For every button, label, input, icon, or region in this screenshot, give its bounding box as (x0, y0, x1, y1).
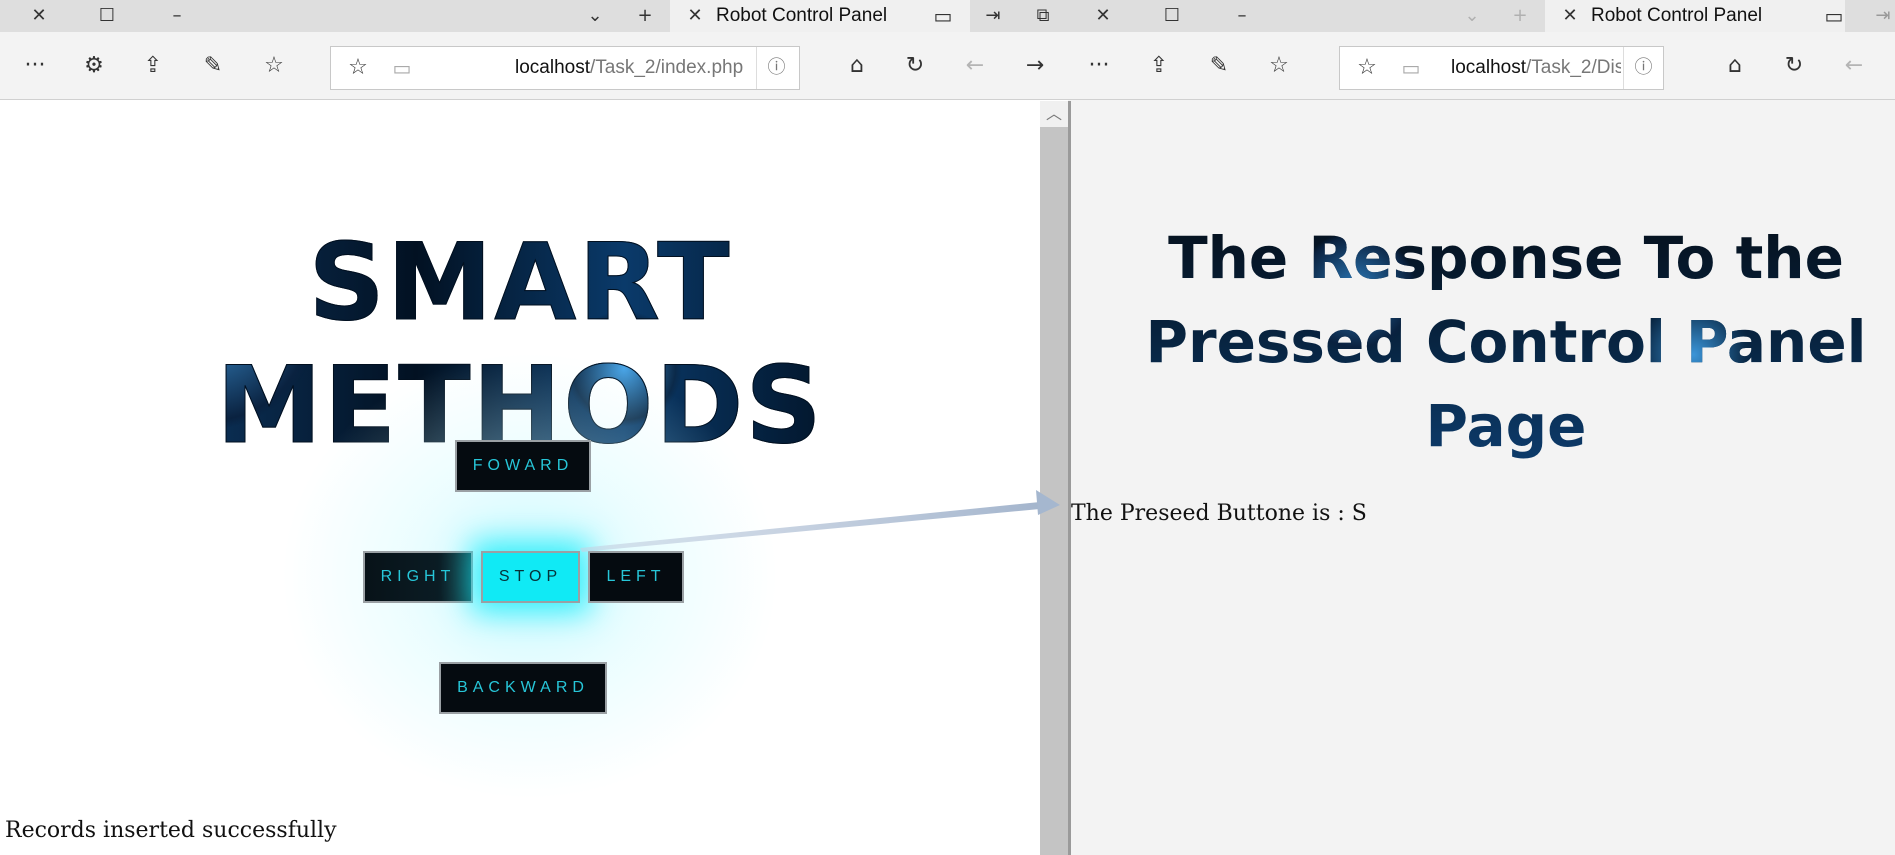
favorite-star-icon[interactable]: ☆ (341, 47, 375, 89)
site-info-icon[interactable]: ⓘ (1623, 47, 1663, 89)
close-window-icon[interactable]: ✕ (1078, 0, 1128, 32)
title-bar: ✕ ☐ – ⌄ + ✕ Robot Control Panel ▭ ⇥ (1068, 0, 1895, 32)
url-text[interactable]: localhost/Task_2/index.php (515, 47, 751, 89)
back-icon[interactable]: ← (951, 32, 999, 100)
response-heading-line-3: Page (1425, 392, 1587, 460)
tab-title: Robot Control Panel (716, 5, 888, 26)
left-button[interactable]: LEFT (588, 551, 684, 603)
more-icon[interactable]: ··· (11, 32, 59, 100)
response-heading: The Response To the Pressed Control Pane… (1131, 216, 1881, 468)
minimize-window-icon[interactable]: – (1217, 0, 1267, 32)
forward-icon[interactable]: → (1011, 32, 1059, 100)
show-tabs-aside-icon[interactable]: ⧉ (1018, 0, 1068, 32)
extensions-icon[interactable]: ⚙ (70, 32, 118, 100)
new-tab-plus-icon[interactable]: + (620, 0, 670, 32)
window-divider (1068, 101, 1071, 855)
address-bar[interactable]: ☆ ▭ localhost/Task_2/index.php ⓘ (330, 46, 800, 90)
right-button[interactable]: RIGHT (363, 551, 473, 603)
tab-list-chevron-icon[interactable]: ⌄ (1447, 0, 1497, 32)
right-browser-window: ✕ ☐ – ⌄ + ✕ Robot Control Panel ▭ ⇥ ··· … (1068, 0, 1895, 855)
home-icon[interactable]: ⌂ (833, 32, 881, 100)
tab-robot-control-panel[interactable]: ✕ Robot Control Panel (1545, 0, 1845, 32)
tab-actions-icon[interactable]: ▭ (918, 0, 968, 32)
share-icon[interactable]: ⇪ (1135, 32, 1183, 100)
back-icon[interactable]: ← (1830, 32, 1878, 100)
tab-list-chevron-icon[interactable]: ⌄ (570, 0, 620, 32)
site-info-icon[interactable]: ⓘ (756, 47, 796, 89)
url-text[interactable]: localhost/Task_2/Dis (1451, 47, 1621, 89)
minimize-window-icon[interactable]: – (152, 0, 202, 32)
left-browser-window: ✕ ☐ – ⌄ + ✕ Robot Control Panel ▭ ⇥ ⧉ ··… (0, 0, 1068, 855)
restore-window-icon[interactable]: ☐ (82, 0, 132, 32)
refresh-icon[interactable]: ↻ (891, 32, 939, 100)
reading-view-icon[interactable]: ▭ (1394, 47, 1428, 89)
more-icon[interactable]: ··· (1075, 32, 1123, 100)
pressed-button-text: The Preseed Buttone is : S (1071, 501, 1367, 526)
navigation-bar: ··· ⚙ ⇪ ✎ ☆ ☆ ▭ localhost/Task_2/index.p… (0, 32, 1068, 100)
favorite-star-icon[interactable]: ☆ (1350, 47, 1384, 89)
control-panel-page: SMART METHODS FOWARD RIGHT STOP LEFT BAC… (0, 101, 1040, 855)
status-message: Records inserted successfully (5, 818, 337, 843)
new-tab-plus-icon[interactable]: + (1495, 0, 1545, 32)
url-host: localhost (515, 57, 590, 78)
favorites-icon[interactable]: ☆ (1255, 32, 1303, 100)
url-path: /Task_2/Dis (1526, 57, 1621, 78)
set-tabs-aside-icon[interactable]: ⇥ (968, 0, 1018, 32)
title-bar: ✕ ☐ – ⌄ + ✕ Robot Control Panel ▭ ⇥ ⧉ (0, 0, 1068, 32)
forward-button[interactable]: FOWARD (455, 440, 591, 492)
restore-window-icon[interactable]: ☐ (1147, 0, 1197, 32)
set-tabs-aside-icon[interactable]: ⇥ (1858, 0, 1895, 32)
close-window-icon[interactable]: ✕ (14, 0, 64, 32)
response-heading-line-1: The Response To the (1168, 224, 1844, 292)
refresh-icon[interactable]: ↻ (1770, 32, 1818, 100)
scroll-up-icon[interactable]: ︿ (1040, 101, 1068, 127)
vertical-scrollbar[interactable]: ︿ (1040, 101, 1068, 855)
tab-title: Robot Control Panel (1591, 5, 1763, 26)
tab-close-icon[interactable]: ✕ (1555, 0, 1585, 32)
tab-close-icon[interactable]: ✕ (680, 0, 710, 32)
pen-icon[interactable]: ✎ (189, 32, 237, 100)
tab-actions-icon[interactable]: ▭ (1809, 0, 1859, 32)
address-bar[interactable]: ☆ ▭ localhost/Task_2/Dis ⓘ (1339, 46, 1664, 90)
favorites-icon[interactable]: ☆ (250, 32, 298, 100)
response-page: The Response To the Pressed Control Pane… (1071, 101, 1895, 855)
reading-view-icon[interactable]: ▭ (385, 47, 419, 89)
pen-icon[interactable]: ✎ (1195, 32, 1243, 100)
backward-button[interactable]: BACKWARD (439, 662, 607, 714)
url-host: localhost (1451, 57, 1526, 78)
navigation-bar: ··· ⇪ ✎ ☆ ☆ ▭ localhost/Task_2/Dis ⓘ ⌂ ↻… (1068, 32, 1895, 100)
url-path: /Task_2/index.php (590, 57, 744, 78)
response-heading-line-2: Pressed Control Panel (1145, 308, 1867, 376)
home-icon[interactable]: ⌂ (1711, 32, 1759, 100)
share-icon[interactable]: ⇪ (129, 32, 177, 100)
stop-button[interactable]: STOP (481, 551, 580, 603)
